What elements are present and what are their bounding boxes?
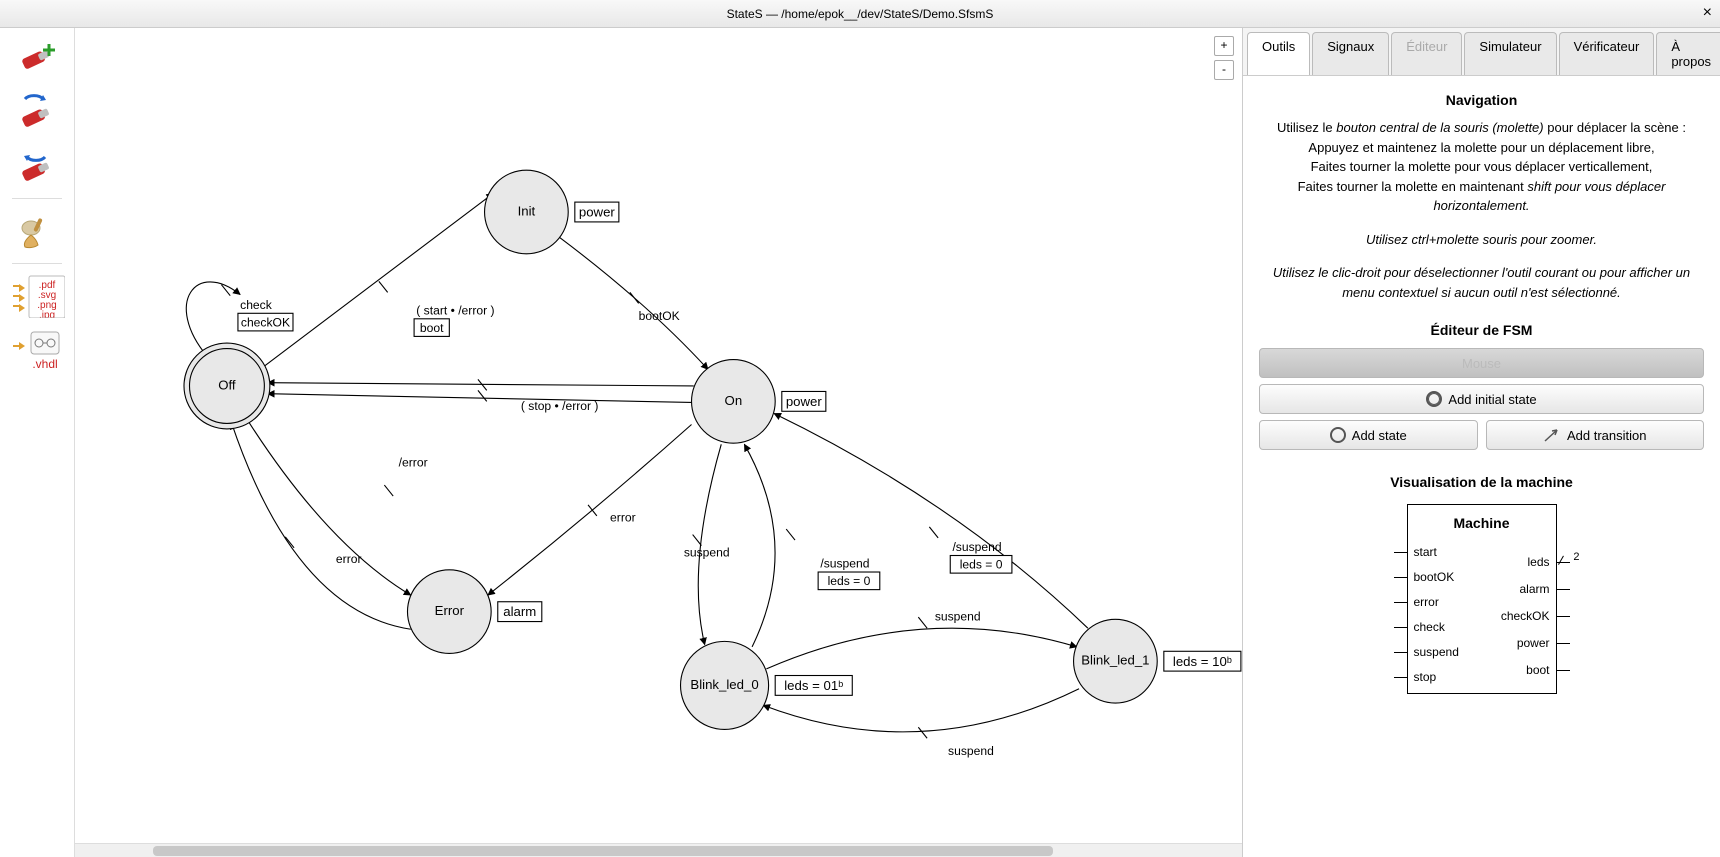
svg-text:( start • /error ): ( start • /error ) [416, 303, 494, 317]
input-port: suspend [1414, 645, 1459, 659]
close-icon[interactable]: × [1703, 4, 1712, 22]
tab-bar: OutilsSignauxÉditeurSimulateurVérificate… [1243, 28, 1720, 76]
nav-rclick-text: Utilisez le clic-droit pour déselectionn… [1257, 263, 1706, 302]
svg-text:/error: /error [399, 455, 428, 469]
input-port: stop [1414, 670, 1437, 684]
state-icon [1330, 427, 1346, 443]
initial-state-icon [1426, 391, 1442, 407]
nav-heading: Navigation [1257, 92, 1706, 108]
tab-verifier[interactable]: Vérificateur [1559, 32, 1655, 75]
svg-text:leds = 0: leds = 0 [828, 574, 871, 588]
tab-simulator[interactable]: Simulateur [1464, 32, 1556, 75]
svg-text:/suspend: /suspend [952, 540, 1001, 554]
output-port: checkOK [1501, 609, 1550, 623]
svg-text:( stop • /error ): ( stop • /error ) [521, 399, 599, 413]
tab-editor: Éditeur [1391, 32, 1462, 75]
svg-text:alarm: alarm [503, 604, 536, 619]
output-port: power [1517, 636, 1550, 650]
add-initial-state-button[interactable]: Add initial state [1259, 384, 1704, 414]
svg-text:leds = 10ᵇ: leds = 10ᵇ [1173, 654, 1232, 669]
svg-text:.vhdl: .vhdl [32, 357, 57, 371]
output-port: leds [1527, 555, 1549, 569]
zoom-out-button[interactable]: - [1214, 60, 1234, 80]
diagram-canvas[interactable]: + - Init power Off On power Error alarm Blink_l… [75, 28, 1242, 843]
svg-text:power: power [579, 205, 616, 220]
svg-text:Error: Error [435, 603, 465, 618]
input-port: check [1414, 620, 1445, 634]
input-port: error [1414, 595, 1439, 609]
machine-box-title: Machine [1408, 515, 1556, 531]
horizontal-scrollbar[interactable] [75, 843, 1242, 857]
transition-icon [1543, 427, 1561, 443]
tab-tools[interactable]: Outils [1247, 32, 1310, 75]
mouse-button[interactable]: Mouse [1259, 348, 1704, 378]
left-toolbar: .pdf.svg.png.jpg .vhdl [0, 28, 75, 857]
svg-text:Off: Off [218, 377, 236, 392]
export-vhdl-icon[interactable]: .vhdl [6, 324, 68, 376]
window-title: StateS — /home/epok__/dev/StateS/Demo.Sf… [727, 7, 994, 21]
add-state-button[interactable]: Add state [1259, 420, 1478, 450]
add-transition-button[interactable]: Add transition [1486, 420, 1705, 450]
clean-icon[interactable] [6, 205, 68, 257]
svg-text:boot: boot [420, 321, 444, 335]
svg-text:.jpg: .jpg [39, 310, 55, 318]
machine-visualization: Machine start bootOK error check suspend stop… [1297, 504, 1666, 694]
nav-text: Utilisez le bouton central de la souris … [1257, 118, 1706, 216]
svg-text:leds = 01ᵇ: leds = 01ᵇ [784, 678, 843, 693]
svg-text:suspend: suspend [684, 546, 730, 560]
save-icon[interactable] [6, 140, 68, 192]
svg-text:error: error [336, 552, 362, 566]
new-icon[interactable] [6, 32, 68, 84]
zoom-in-button[interactable]: + [1214, 36, 1234, 56]
svg-text:Blink_led_0: Blink_led_0 [690, 677, 758, 692]
svg-text:suspend: suspend [935, 609, 981, 623]
svg-text:error: error [610, 510, 636, 524]
svg-text:/suspend: /suspend [820, 557, 869, 571]
svg-text:leds = 0: leds = 0 [960, 558, 1003, 572]
input-port: start [1414, 545, 1437, 559]
viz-heading: Visualisation de la machine [1257, 474, 1706, 490]
nav-zoom-text: Utilisez ctrl+molette souris pour zoomer… [1257, 230, 1706, 250]
tab-about[interactable]: À propos [1656, 32, 1720, 75]
titlebar: StateS — /home/epok__/dev/StateS/Demo.Sf… [0, 0, 1720, 28]
export-image-icon[interactable]: .pdf.svg.png.jpg [6, 270, 68, 322]
svg-text:check: check [240, 298, 273, 312]
output-port: alarm [1519, 582, 1549, 596]
svg-text:bootOK: bootOK [639, 309, 680, 323]
svg-text:power: power [786, 394, 823, 409]
svg-text:Init: Init [518, 203, 536, 218]
canvas-area: + - Init power Off On power Error alarm Blink_l… [75, 28, 1242, 857]
svg-text:Blink_led_1: Blink_led_1 [1081, 653, 1149, 668]
svg-text:checkOK: checkOK [241, 316, 290, 330]
svg-text:On: On [725, 393, 743, 408]
input-port: bootOK [1414, 570, 1455, 584]
svg-text:suspend: suspend [948, 744, 994, 758]
open-icon[interactable] [6, 86, 68, 138]
side-panel: OutilsSignauxÉditeurSimulateurVérificate… [1242, 28, 1720, 857]
tab-signals[interactable]: Signaux [1312, 32, 1389, 75]
fsm-heading: Éditeur de FSM [1257, 322, 1706, 338]
output-port: boot [1526, 663, 1549, 677]
